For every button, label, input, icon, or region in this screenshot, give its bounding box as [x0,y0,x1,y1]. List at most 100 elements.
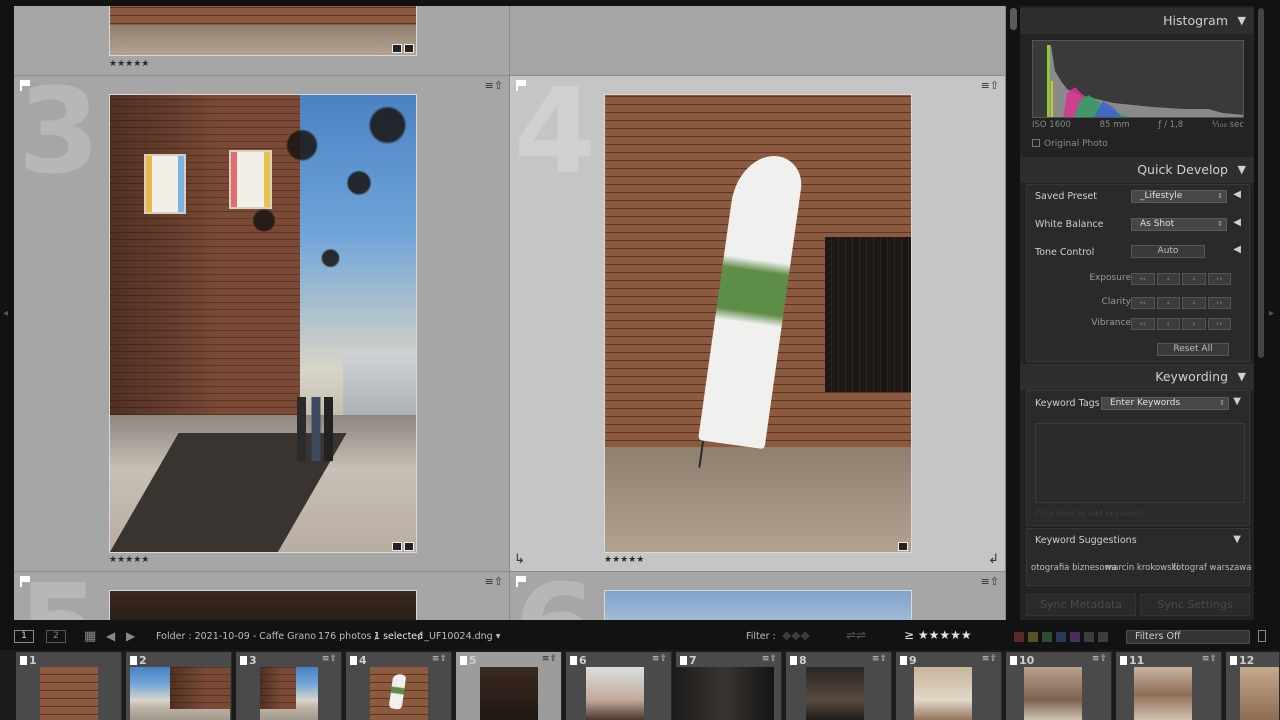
expand-triangle-icon[interactable]: ◀ [1233,189,1241,200]
filmstrip-item-6[interactable]: 6 ≡⇧ [566,652,672,720]
vibrance-increase[interactable]: › [1182,318,1206,330]
flag-filter-icon[interactable]: ◆◆◆ [782,628,810,642]
filmstrip-menu-icon[interactable]: ≡⇧ [982,654,997,664]
keyword-suggestion[interactable]: fotograf warszawa [1173,563,1251,573]
cell-menu-icon[interactable]: ≡⇧ [981,575,999,588]
filmstrip-thumbnail[interactable] [1134,667,1192,720]
exposure-decrease[interactable]: ‹ [1156,273,1180,285]
vibrance-stepper[interactable]: ‹‹ ‹ › ›› [1131,318,1231,330]
filmstrip-thumbnail[interactable] [480,667,538,720]
filmstrip-menu-icon[interactable]: ≡⇧ [1202,654,1217,664]
filmstrip-thumbnail[interactable] [676,667,774,720]
expand-triangle-icon[interactable]: ▼ [1233,534,1241,545]
color-label-none[interactable] [1098,632,1108,642]
filmstrip-item-8[interactable]: 8 ≡⇧ [786,652,892,720]
rotate-right-icon[interactable]: ↲ [988,552,999,567]
histogram-header[interactable]: Histogram ▼ [1020,8,1254,34]
quick-develop-header[interactable]: Quick Develop ▼ [1020,157,1254,183]
grid-view-icon[interactable]: ▦ [84,629,96,644]
filmstrip-thumbnail[interactable] [806,667,864,720]
secondary-view-button[interactable]: 2 [46,630,66,643]
clarity-increase-large[interactable]: ›› [1207,297,1231,309]
filmstrip-item-9[interactable]: 9 ≡⇧ [896,652,1002,720]
clarity-increase[interactable]: › [1182,297,1206,309]
keyword-suggestion[interactable]: otografia biznesowa [1031,563,1117,573]
filmstrip-item-4[interactable]: 4 ≡⇧ [346,652,452,720]
filmstrip-thumbnail[interactable] [370,667,428,720]
auto-tone-button[interactable]: Auto [1131,245,1205,258]
photo-thumbnail[interactable] [109,590,417,620]
cell-menu-icon[interactable]: ≡⇧ [485,575,503,588]
cell-menu-icon[interactable]: ≡⇧ [485,79,503,92]
filmstrip-menu-icon[interactable]: ≡⇧ [542,654,557,664]
photo-thumbnail[interactable] [604,590,912,620]
keyword-suggestion[interactable]: marcin krokowski [1105,563,1179,573]
flag-icon[interactable] [516,576,526,587]
collapse-triangle-icon[interactable]: ▼ [1238,8,1246,34]
saved-preset-select[interactable]: _Lifestyle ⇕ [1131,190,1227,203]
keywording-header[interactable]: Keywording ▼ [1020,364,1254,390]
primary-view-button[interactable]: 1 [14,630,34,643]
rating-stars[interactable]: ★★★★★ [109,555,149,565]
keyword-text-area[interactable] [1035,423,1245,503]
white-balance-select[interactable]: As Shot ⇕ [1131,218,1227,231]
vibrance-decrease[interactable]: ‹ [1156,318,1180,330]
sync-settings-button[interactable]: Sync Settings [1140,594,1250,616]
checkbox-icon[interactable] [1032,139,1040,147]
filmstrip-menu-icon[interactable]: ≡⇧ [762,654,777,664]
back-arrow-icon[interactable]: ◀ [106,629,115,643]
expand-triangle-icon[interactable]: ▼ [1233,396,1241,407]
right-panel-scrollbar[interactable] [1258,8,1264,358]
vibrance-increase-large[interactable]: ›› [1207,318,1231,330]
filmstrip-item-2[interactable]: 2 [126,652,232,720]
filmstrip-item-10[interactable]: 10 ≡⇧ [1006,652,1112,720]
filter-lock-icon[interactable] [1258,630,1266,642]
grid-cell[interactable] [510,6,1006,76]
grid-cell-4[interactable]: 4 ≡⇧ ↳ ↲ ★★★★★ [510,76,1006,572]
grid-cell-5[interactable]: 5 ≡⇧ [14,572,510,620]
edit-filter-icon[interactable]: ⇌⇌ [846,628,866,642]
clarity-decrease[interactable]: ‹ [1156,297,1180,309]
filmstrip-menu-icon[interactable]: ≡⇧ [1092,654,1107,664]
file-name[interactable]: / _UF10024.dng ▾ [418,631,501,642]
grid-cell-6[interactable]: 6 ≡⇧ [510,572,1006,620]
filmstrip-item-12[interactable]: 12 [1226,652,1280,720]
filmstrip-thumbnail[interactable] [1240,667,1279,720]
filmstrip-item-11[interactable]: 11 ≡⇧ [1116,652,1222,720]
rotate-left-icon[interactable]: ↳ [514,552,525,567]
filmstrip-menu-icon[interactable]: ≡⇧ [322,654,337,664]
clarity-decrease-large[interactable]: ‹‹ [1131,297,1155,309]
left-panel-toggle-icon[interactable]: ◂ [3,308,8,319]
filmstrip-item-3[interactable]: 3 ≡⇧ [236,652,342,720]
cell-menu-icon[interactable]: ≡⇧ [981,79,999,92]
filmstrip-thumbnail[interactable] [1024,667,1082,720]
rating-filter[interactable]: ≥ ★★★★★ [904,628,972,642]
filmstrip-thumbnail[interactable] [40,667,98,720]
grid-cell[interactable]: ★★★★★ [14,6,510,76]
forward-arrow-icon[interactable]: ▶ [126,629,135,643]
grid-scrollbar[interactable] [1010,8,1017,30]
rating-stars[interactable]: ★★★★★ [109,59,149,69]
rating-stars[interactable]: ★★★★★ [604,555,644,565]
collapse-triangle-icon[interactable]: ▼ [1238,157,1246,183]
reset-all-button[interactable]: Reset All [1157,343,1229,356]
expand-triangle-icon[interactable]: ◀ [1233,217,1241,228]
flag-icon[interactable] [516,80,526,91]
exposure-increase[interactable]: › [1182,273,1206,285]
filmstrip-thumbnail[interactable] [914,667,972,720]
filmstrip-thumbnail[interactable] [586,667,644,720]
expand-triangle-icon[interactable]: ◀ [1233,244,1241,255]
filmstrip-menu-icon[interactable]: ≡⇧ [432,654,447,664]
folder-path[interactable]: Folder : 2021-10-09 - Caffe Grano [156,631,316,642]
filmstrip-menu-icon[interactable]: ≡⇧ [872,654,887,664]
photo-thumbnail[interactable] [109,94,417,553]
color-label-purple[interactable] [1070,632,1080,642]
exposure-increase-large[interactable]: ›› [1207,273,1231,285]
grid-cell-3[interactable]: 3 ≡⇧ ★★★★★ [14,76,510,572]
photo-thumbnail[interactable] [604,94,912,553]
vibrance-decrease-large[interactable]: ‹‹ [1131,318,1155,330]
right-panel-toggle-icon[interactable]: ▸ [1269,308,1274,319]
filmstrip-thumbnail[interactable] [130,667,230,720]
original-photo-checkbox[interactable]: Original Photo [1032,139,1108,149]
color-label-yellow[interactable] [1028,632,1038,642]
